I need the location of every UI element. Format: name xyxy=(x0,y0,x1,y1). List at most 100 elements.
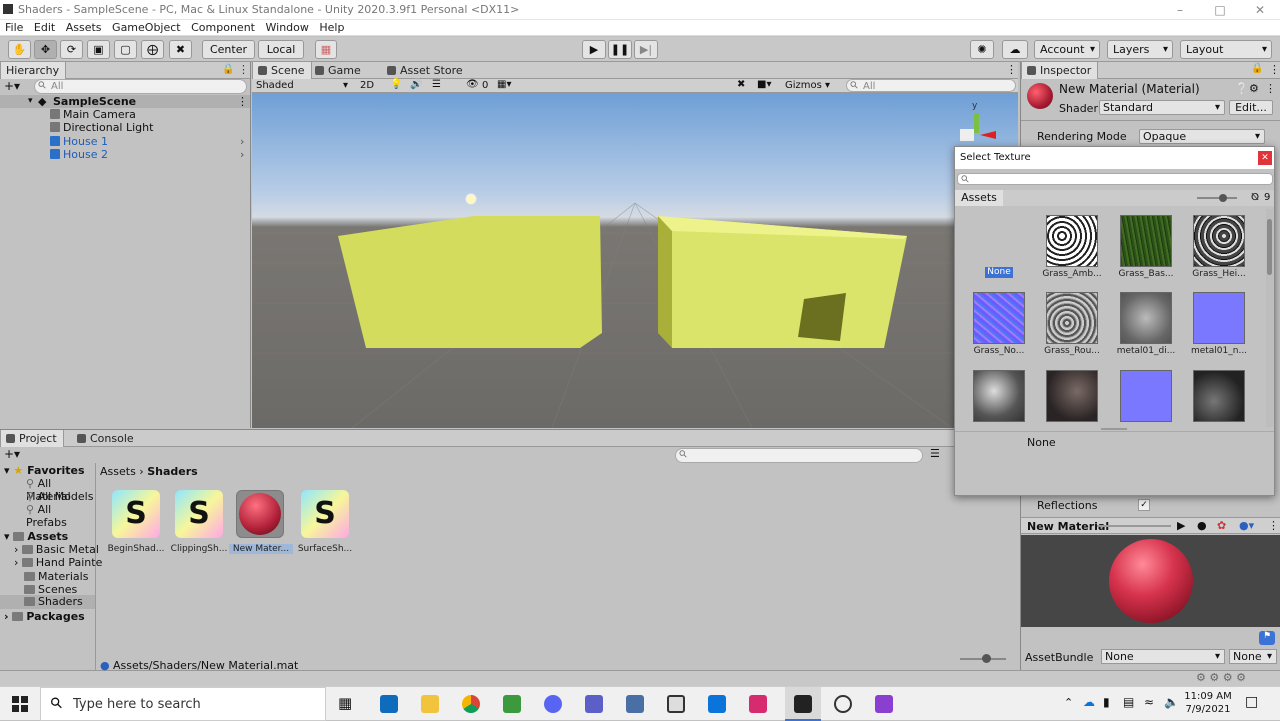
clock[interactable]: 11:09 AM 7/9/2021 xyxy=(1180,690,1236,716)
chevron-right-icon[interactable]: › xyxy=(240,148,244,161)
taskbar-search-box[interactable]: ⚲ Type here to search xyxy=(40,687,326,721)
hidden-objects-icon[interactable]: 👁 xyxy=(466,79,479,90)
effects-icon[interactable]: ☰ xyxy=(432,79,441,90)
tab-hierarchy[interactable]: Hierarchy xyxy=(0,62,67,79)
hierarchy-search-input[interactable]: All xyxy=(34,79,247,94)
rendering-mode-dropdown[interactable]: Opaque xyxy=(1139,129,1265,144)
texture-thumb[interactable] xyxy=(1046,292,1098,344)
unity-taskbar-button[interactable] xyxy=(785,687,821,721)
notepad-icon[interactable] xyxy=(503,695,521,713)
cube-app-icon[interactable] xyxy=(667,695,685,713)
texture-none-item[interactable]: None xyxy=(985,267,1013,278)
more-menu-icon[interactable]: ⋮ xyxy=(1265,82,1276,95)
tool-app-icon[interactable] xyxy=(708,695,726,713)
texture-search-input[interactable] xyxy=(957,173,1273,185)
battery-icon[interactable]: ▮ xyxy=(1103,695,1110,709)
menu-help[interactable]: Help xyxy=(319,20,344,35)
custom-tool-icon[interactable]: ✖ xyxy=(169,40,192,59)
hidden-icon[interactable]: ⦰ xyxy=(1251,192,1259,203)
shader-file-icon[interactable]: S xyxy=(175,490,223,538)
thumb-size-slider[interactable] xyxy=(1197,194,1237,202)
collab-icon[interactable]: ✺ xyxy=(970,40,994,59)
chevron-right-icon[interactable]: › xyxy=(240,135,244,148)
tray-chevron-icon[interactable]: ⌃ xyxy=(1064,696,1073,709)
scale-tool-icon[interactable]: ▣ xyxy=(87,40,110,59)
breadcrumb-shaders[interactable]: Shaders xyxy=(147,465,197,478)
tab-game[interactable]: Game xyxy=(310,62,367,79)
menu-edit[interactable]: Edit xyxy=(34,20,55,35)
project-search-input[interactable] xyxy=(675,448,923,463)
texture-thumb[interactable] xyxy=(973,370,1025,422)
task-view-icon[interactable]: ▦ xyxy=(338,694,352,712)
more-menu-icon[interactable]: ⋮ xyxy=(238,63,249,76)
scene-gizmo-axes[interactable]: y xyxy=(950,99,1000,149)
drawing-app-icon[interactable] xyxy=(626,695,644,713)
file-explorer-icon[interactable] xyxy=(421,695,439,713)
folder-row-selected[interactable]: Shaders xyxy=(0,595,95,609)
minimize-button[interactable]: – xyxy=(1160,0,1200,20)
scene-menu-icon[interactable]: ⋮ xyxy=(1006,63,1017,76)
draw-mode-dropdown[interactable]: Shaded xyxy=(254,79,352,93)
assets-root-row[interactable]: ▾ Assets xyxy=(4,530,68,543)
unity-hub-icon[interactable] xyxy=(834,695,852,713)
shader-file-icon[interactable]: S xyxy=(301,490,349,538)
chrome-icon[interactable] xyxy=(462,695,480,713)
folder-row[interactable]: Materials xyxy=(24,570,88,583)
hierarchy-item[interactable]: Main Camera xyxy=(0,108,250,121)
tools-icon[interactable]: ✖ xyxy=(737,79,745,90)
cloud-icon[interactable]: ☁ xyxy=(1002,40,1028,59)
menu-file[interactable]: File xyxy=(5,20,23,35)
step-button[interactable]: ▶| xyxy=(634,40,658,59)
windows-start-icon[interactable] xyxy=(12,696,28,712)
more-menu-icon[interactable]: ⋮ xyxy=(1268,519,1279,532)
texture-thumb[interactable] xyxy=(973,292,1025,344)
help-icon[interactable]: ❔ xyxy=(1235,82,1249,95)
assetbundle-variant-dropdown[interactable]: None xyxy=(1229,649,1277,664)
texture-thumb[interactable] xyxy=(1046,370,1098,422)
texture-thumb[interactable] xyxy=(1120,215,1172,267)
light-gizmo-icon[interactable] xyxy=(465,193,477,205)
audio-icon[interactable]: 🔊 xyxy=(410,79,422,90)
layout-dropdown[interactable]: Layout xyxy=(1180,40,1272,59)
scene-viewport[interactable]: y xyxy=(252,93,1018,428)
folder-row[interactable]: › Hand Painte xyxy=(14,556,102,569)
grid-snap-icon[interactable]: ▦ xyxy=(315,40,337,59)
material-preview[interactable] xyxy=(1021,535,1280,627)
pause-button[interactable]: ❚❚ xyxy=(608,40,632,59)
texture-scrollbar[interactable] xyxy=(1266,209,1273,427)
assetbundle-dropdown[interactable]: None xyxy=(1101,649,1225,664)
outlook-icon[interactable] xyxy=(380,695,398,713)
create-button[interactable]: +▾ xyxy=(4,447,20,461)
teams-icon[interactable] xyxy=(585,695,603,713)
menu-gameobject[interactable]: GameObject xyxy=(112,20,181,35)
preview-sphere-icon[interactable]: ●▾ xyxy=(1239,519,1254,532)
rotate-tool-icon[interactable]: ⟳ xyxy=(60,40,83,59)
tab-scene[interactable]: Scene xyxy=(252,62,312,79)
volume-icon[interactable]: 🔈 xyxy=(1164,695,1179,709)
label-tag-icon[interactable]: ⚑ xyxy=(1259,631,1275,645)
menu-assets[interactable]: Assets xyxy=(66,20,102,35)
icon-size-slider[interactable] xyxy=(960,654,1006,663)
rider-icon[interactable] xyxy=(749,695,767,713)
filter-icon[interactable]: ☰ xyxy=(930,447,940,460)
breadcrumb-assets[interactable]: Assets xyxy=(100,465,136,478)
pivot-local-toggle[interactable]: Local xyxy=(258,40,304,59)
wifi-icon[interactable]: ≈ xyxy=(1144,695,1154,709)
dialog-close-button[interactable]: ✕ xyxy=(1258,151,1272,165)
lock-icon[interactable]: 🔒 xyxy=(1251,63,1263,74)
transform-tool-icon[interactable]: ⨁ xyxy=(141,40,164,59)
layers-dropdown[interactable]: Layers xyxy=(1107,40,1173,59)
texture-thumb[interactable] xyxy=(1120,370,1172,422)
add-object-button[interactable]: +▾ xyxy=(4,79,20,93)
texture-thumb[interactable] xyxy=(1193,370,1245,422)
maximize-button[interactable]: □ xyxy=(1200,0,1240,20)
preview-shape-icon[interactable]: ● xyxy=(1197,519,1207,532)
house-1-mesh[interactable] xyxy=(338,216,602,348)
hand-tool-icon[interactable]: ✋ xyxy=(8,40,31,59)
reflections-checkbox[interactable]: ✓ xyxy=(1138,499,1150,511)
move-tool-icon[interactable]: ✥ xyxy=(34,40,57,59)
fav-item[interactable]: ⚲ All Models xyxy=(26,490,93,503)
texture-thumb[interactable] xyxy=(1193,292,1245,344)
hierarchy-item[interactable]: Directional Light xyxy=(0,121,250,134)
menu-window[interactable]: Window xyxy=(266,20,309,35)
